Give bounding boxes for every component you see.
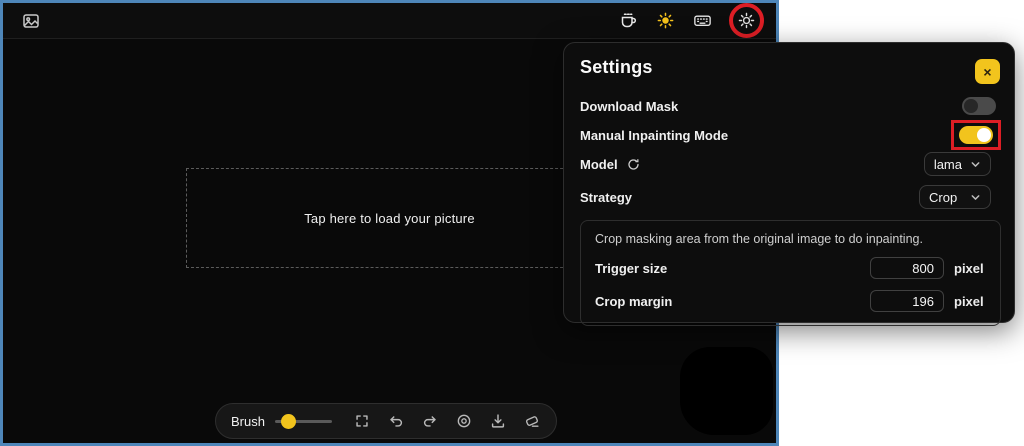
top-bar (3, 3, 776, 39)
brush-label: Brush (231, 414, 265, 429)
trigger-size-input[interactable] (870, 257, 944, 279)
refresh-icon[interactable] (626, 157, 641, 172)
crop-margin-unit: pixel (954, 294, 986, 309)
coffee-icon[interactable] (616, 9, 640, 33)
upload-hint-text: Tap here to load your picture (304, 211, 475, 226)
toggle-knob (964, 99, 978, 113)
brush-size-slider[interactable] (275, 413, 332, 429)
brush-toolbar: Brush (215, 403, 557, 439)
redo-icon[interactable] (420, 412, 439, 431)
model-label: Model (580, 157, 641, 172)
toggle-knob (977, 128, 991, 142)
keyboard-shortcuts-icon[interactable] (690, 9, 714, 33)
chevron-down-icon (970, 159, 981, 170)
mask-blob (680, 347, 773, 435)
sun-theme-icon[interactable] (653, 9, 677, 33)
download-mask-label: Download Mask (580, 99, 678, 114)
model-row: Model lama (580, 153, 1001, 175)
eraser-icon[interactable] (522, 412, 541, 431)
download-icon[interactable] (488, 412, 507, 431)
settings-panel: Settings × Download Mask Manual Inpainti… (563, 42, 1015, 323)
red-circle-annotation (729, 3, 764, 38)
manual-inpainting-label: Manual Inpainting Mode (580, 128, 728, 143)
trigger-size-unit: pixel (954, 261, 986, 276)
red-rectangle-annotation (951, 120, 1001, 150)
model-select-value: lama (934, 157, 962, 172)
preview-eye-icon[interactable] (454, 412, 473, 431)
slider-thumb[interactable] (281, 414, 296, 429)
strategy-select-value: Crop (929, 190, 957, 205)
close-icon[interactable]: × (975, 59, 1000, 84)
picture-icon[interactable] (19, 9, 43, 33)
model-select[interactable]: lama (924, 152, 991, 176)
undo-icon[interactable] (386, 412, 405, 431)
expand-icon[interactable] (352, 412, 371, 431)
topbar-actions (616, 3, 764, 38)
trigger-size-label: Trigger size (595, 261, 870, 276)
upload-dropzone[interactable]: Tap here to load your picture (186, 168, 593, 268)
crop-strategy-box: Crop masking area from the original imag… (580, 220, 1001, 326)
crop-strategy-description: Crop masking area from the original imag… (595, 232, 986, 246)
manual-inpainting-row: Manual Inpainting Mode (580, 124, 1001, 146)
download-mask-toggle[interactable] (962, 97, 996, 115)
crop-margin-row: Crop margin pixel (595, 290, 986, 312)
settings-gear-icon[interactable] (737, 11, 757, 31)
download-mask-row: Download Mask (580, 95, 1001, 117)
crop-margin-label: Crop margin (595, 294, 870, 309)
trigger-size-row: Trigger size pixel (595, 257, 986, 279)
strategy-select[interactable]: Crop (919, 185, 991, 209)
crop-margin-input[interactable] (870, 290, 944, 312)
model-label-text: Model (580, 157, 618, 172)
strategy-row: Strategy Crop (580, 186, 1001, 208)
settings-header: Settings × (580, 57, 1001, 84)
toolbar-buttons (352, 412, 541, 431)
manual-inpainting-toggle[interactable] (959, 126, 993, 144)
chevron-down-icon (970, 192, 981, 203)
strategy-label: Strategy (580, 190, 632, 205)
settings-title: Settings (580, 57, 653, 78)
